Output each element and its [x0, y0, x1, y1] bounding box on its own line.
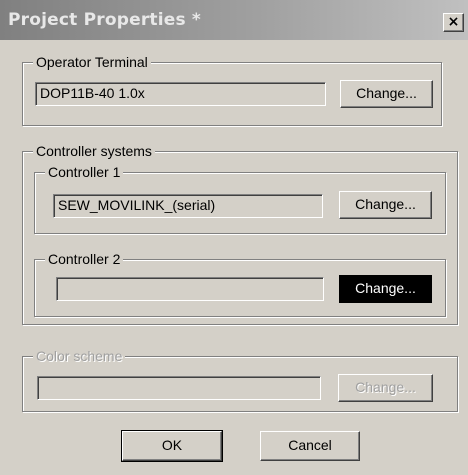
project-properties-dialog: Project Properties * × Operator Terminal…: [0, 0, 468, 475]
controller2-legend: Controller 2: [45, 250, 124, 268]
controller-systems-legend: Controller systems: [33, 142, 155, 160]
controller2-change-button[interactable]: Change...: [339, 275, 432, 303]
controller1-field: SEW_MOVILINK_(serial): [53, 194, 323, 218]
operator-terminal-legend: Operator Terminal: [33, 53, 151, 71]
controller2-group: Controller 2 Change...: [34, 250, 446, 317]
color-scheme-field: [37, 376, 321, 400]
window-title: Project Properties *: [8, 10, 202, 30]
controller2-field: [56, 277, 324, 301]
operator-terminal-change-button[interactable]: Change...: [340, 80, 433, 108]
controller1-legend: Controller 1: [45, 163, 124, 181]
close-icon: ×: [447, 14, 460, 30]
cancel-button[interactable]: Cancel: [260, 431, 360, 461]
title-bar[interactable]: Project Properties * ×: [0, 0, 468, 40]
operator-terminal-field: DOP11B-40 1.0x: [35, 82, 326, 106]
controller1-change-button[interactable]: Change...: [339, 191, 432, 219]
controller1-group: Controller 1 SEW_MOVILINK_(serial) Chang…: [34, 163, 446, 234]
ok-button[interactable]: OK: [121, 430, 223, 462]
close-button[interactable]: ×: [443, 13, 464, 32]
controller-systems-group: Controller systems Controller 1 SEW_MOVI…: [22, 142, 458, 325]
color-scheme-change-button[interactable]: Change...: [338, 374, 433, 402]
operator-terminal-group: Operator Terminal DOP11B-40 1.0x Change.…: [22, 53, 442, 126]
color-scheme-legend: Color scheme: [33, 347, 126, 365]
color-scheme-group: Color scheme Change...: [22, 347, 458, 412]
